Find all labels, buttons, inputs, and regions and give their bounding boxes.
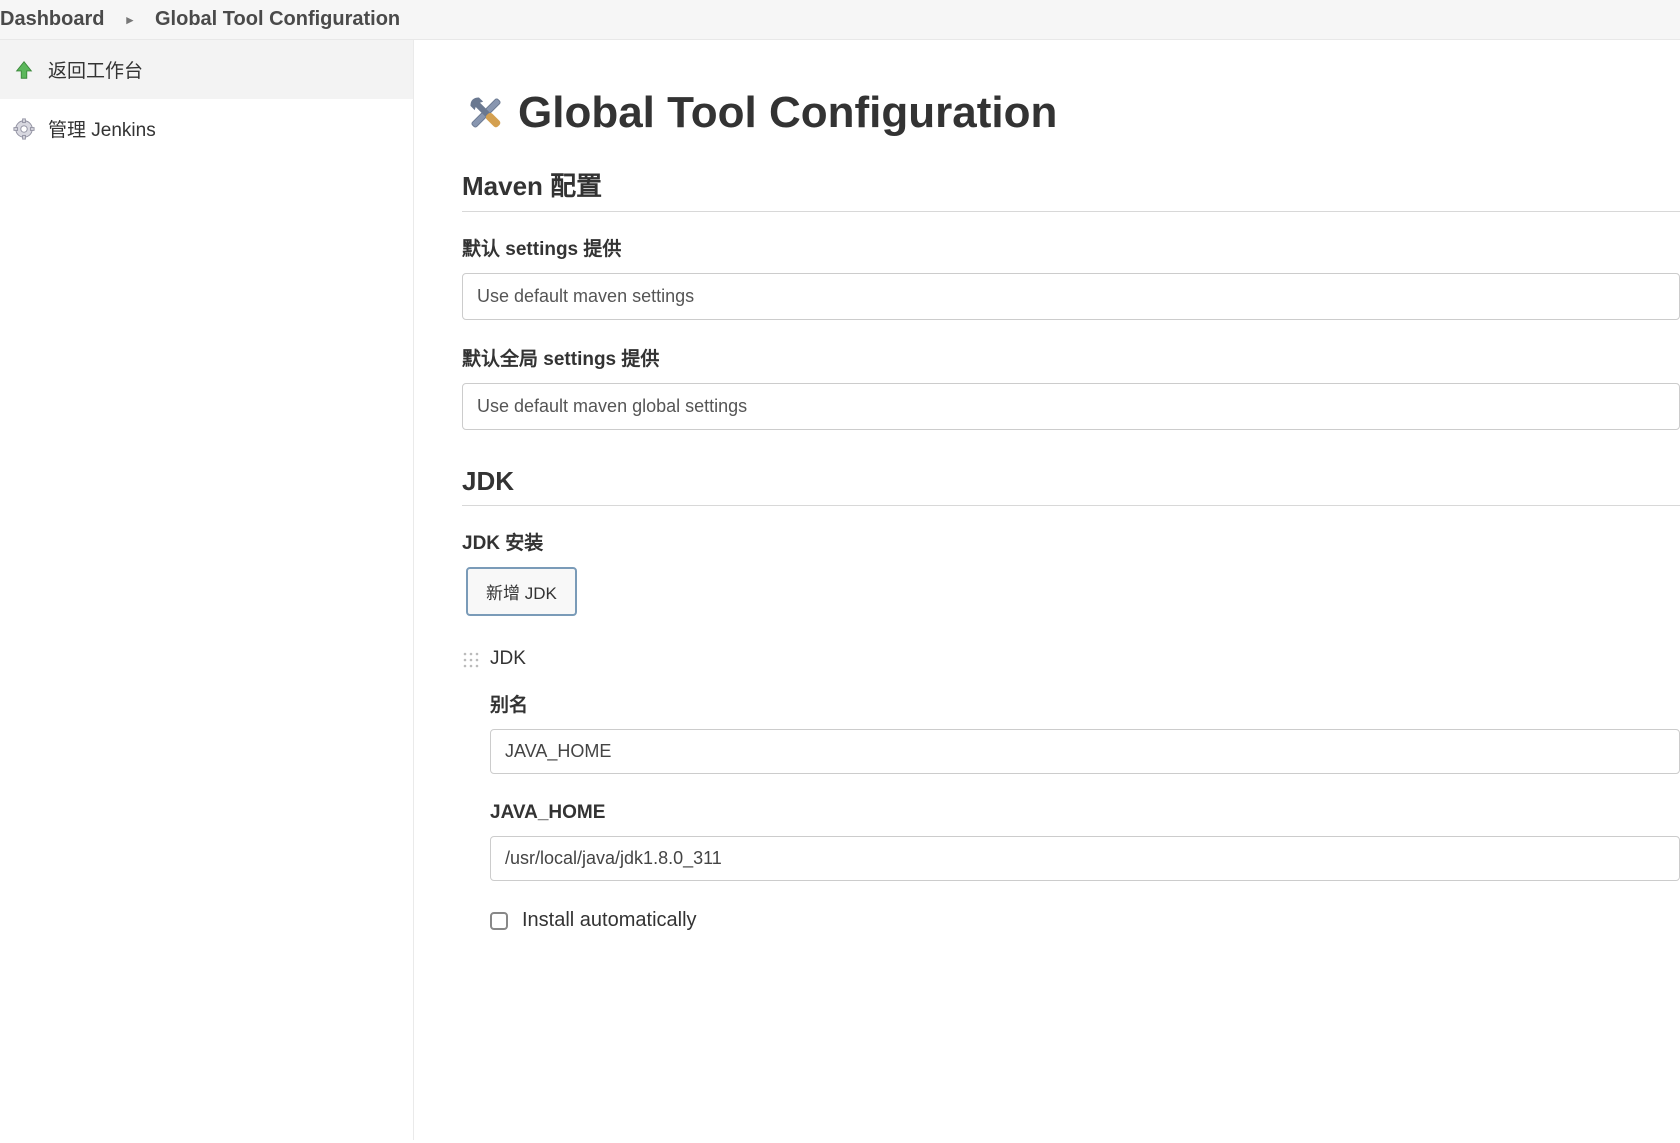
- sidebar-item-label: 返回工作台: [48, 56, 143, 83]
- main-content: Global Tool Configuration Maven 配置 默认 se…: [414, 40, 1680, 1140]
- breadcrumb-separator-icon: ▸: [126, 12, 133, 28]
- breadcrumb-dashboard[interactable]: Dashboard: [0, 8, 104, 31]
- sidebar-item-manage-jenkins[interactable]: 管理 Jenkins: [0, 99, 413, 158]
- jdk-home-input[interactable]: [490, 836, 1680, 881]
- sidebar-item-label: 管理 Jenkins: [48, 115, 156, 142]
- jdk-install-label: JDK 安装: [462, 528, 1680, 555]
- jdk-home-label: JAVA_HOME: [490, 802, 1680, 824]
- maven-default-global-settings-label: 默认全局 settings 提供: [462, 344, 1680, 371]
- maven-default-settings-label: 默认 settings 提供: [462, 234, 1680, 261]
- breadcrumb: Dashboard ▸ Global Tool Configuration: [0, 0, 1680, 40]
- jdk-alias-label: 别名: [490, 690, 1680, 717]
- sidebar: 返回工作台 管理 Jenkins: [0, 40, 414, 1140]
- jdk-section-title: JDK: [462, 466, 1680, 506]
- gear-icon: [12, 117, 36, 141]
- maven-default-global-settings-select[interactable]: Use default maven global settings: [462, 383, 1680, 430]
- jdk-entry-title: JDK: [490, 648, 1680, 670]
- sidebar-item-back-to-dashboard[interactable]: 返回工作台: [0, 40, 413, 99]
- tools-icon: [462, 89, 510, 137]
- install-automatically-label: Install automatically: [522, 909, 697, 932]
- add-jdk-button[interactable]: 新增 JDK: [466, 567, 577, 616]
- page-title: Global Tool Configuration: [518, 88, 1057, 138]
- drag-handle-icon[interactable]: [462, 651, 480, 669]
- maven-section-title: Maven 配置: [462, 166, 1680, 212]
- install-automatically-checkbox[interactable]: [490, 912, 508, 930]
- arrow-up-icon: [12, 58, 36, 82]
- maven-default-settings-select[interactable]: Use default maven settings: [462, 273, 1680, 320]
- jdk-alias-input[interactable]: [490, 729, 1680, 774]
- breadcrumb-global-tool-config[interactable]: Global Tool Configuration: [155, 8, 400, 31]
